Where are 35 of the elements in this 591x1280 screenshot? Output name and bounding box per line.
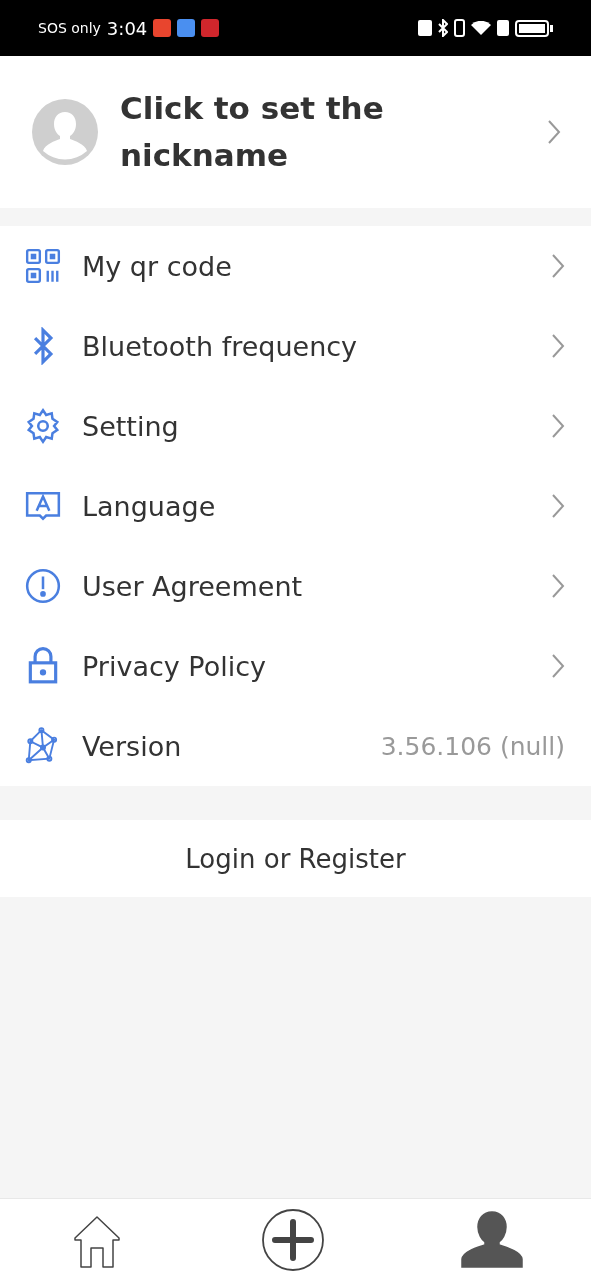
add-icon (261, 1207, 326, 1272)
chevron-right-icon (551, 493, 565, 519)
chevron-right-icon (551, 253, 565, 279)
nickname-prompt: Click to set the nickname (120, 89, 385, 175)
chevron-right-icon (551, 573, 565, 599)
app-notification-icon (201, 19, 220, 37)
carrier-text: SOS only (38, 20, 101, 36)
clock: 3:04 (106, 17, 148, 39)
menu-item[interactable]: My qr code (0, 226, 591, 306)
menu-item[interactable]: Setting (0, 386, 591, 466)
menu-item[interactable]: User Agreement (0, 546, 591, 626)
battery-icon (515, 19, 553, 37)
avatar-icon (32, 99, 98, 165)
chevron-right-icon (547, 119, 561, 145)
chevron-right-icon (551, 333, 565, 359)
qr-code-icon (24, 247, 62, 285)
vibrate-icon (454, 19, 465, 37)
menu-item[interactable]: Language (0, 466, 591, 546)
profile-header[interactable]: Click to set the nickname (0, 56, 591, 208)
version-value: 3.56.106 (null) (380, 731, 565, 761)
nav-tab[interactable] (459, 1209, 524, 1270)
exclamation-icon (24, 567, 62, 605)
app-notification-icon (177, 19, 196, 37)
chevron-right-icon (551, 413, 565, 439)
login-button[interactable]: Login or Register (0, 820, 591, 897)
info-label: Version (82, 730, 183, 762)
chevron-right-icon (551, 653, 565, 679)
wifi-icon (471, 21, 491, 35)
app-notification-icon (153, 19, 172, 37)
bluetooth-icon (438, 19, 448, 37)
person-icon (459, 1209, 524, 1270)
nav-tab[interactable] (261, 1207, 326, 1272)
menu-item[interactable]: Privacy Policy (0, 626, 591, 706)
menu-item[interactable]: Bluetooth frequency (0, 306, 591, 386)
gear-icon (24, 407, 62, 445)
